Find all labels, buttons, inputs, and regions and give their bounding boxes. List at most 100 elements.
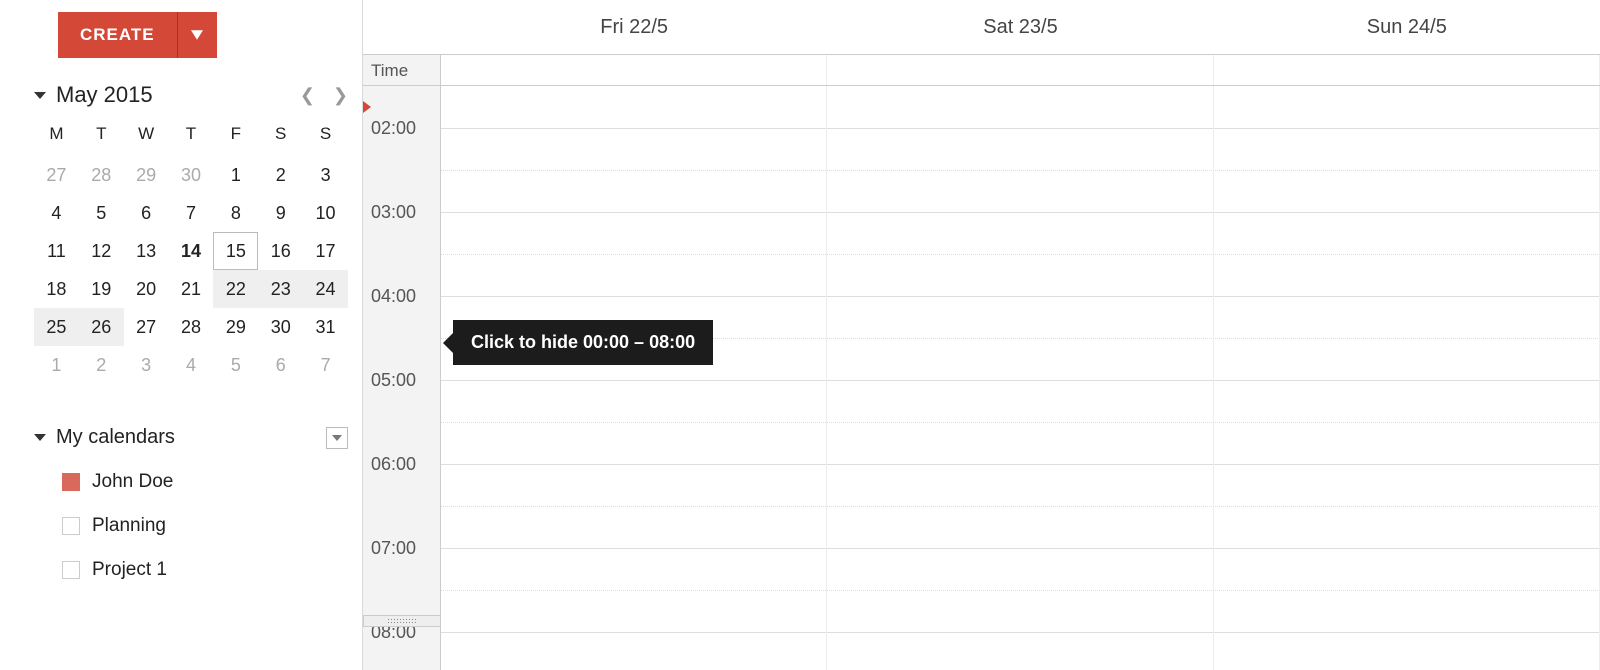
mini-calendar-week: 18192021222324 <box>34 270 348 308</box>
mini-calendar-day[interactable]: 11 <box>34 232 79 270</box>
mini-calendar-day[interactable]: 20 <box>124 270 169 308</box>
mini-calendar-day[interactable]: 15 <box>213 232 258 270</box>
mini-calendar-day[interactable]: 23 <box>258 270 303 308</box>
mini-calendar-day[interactable]: 22 <box>213 270 258 308</box>
my-calendars-menu-button[interactable] <box>326 427 348 449</box>
time-grid-inner: 02:0003:0004:0005:0006:0007:0008:00 <box>363 86 1600 670</box>
mini-calendar-day[interactable]: 17 <box>303 232 348 270</box>
time-label: 05:00 <box>371 370 416 391</box>
calendar-list-item[interactable]: Project 1 <box>62 559 348 581</box>
day-columns <box>441 86 1600 670</box>
mini-calendar-day[interactable]: 2 <box>258 156 303 194</box>
mini-calendar-day[interactable]: 6 <box>124 194 169 232</box>
day-header[interactable]: Sat 23/5 <box>827 0 1213 54</box>
create-dropdown-button[interactable] <box>177 12 217 58</box>
time-label: 04:00 <box>371 286 416 307</box>
mini-calendar-day[interactable]: 4 <box>34 194 79 232</box>
calendar-list-item[interactable]: John Doe <box>62 471 348 493</box>
my-calendars-toggle[interactable]: My calendars <box>34 426 175 449</box>
calendar-name-label: Project 1 <box>92 559 167 581</box>
mini-calendar-day[interactable]: 1 <box>34 346 79 384</box>
mini-calendar-body: 2728293012345678910111213141516171819202… <box>34 156 348 384</box>
mini-calendar-day[interactable]: 16 <box>258 232 303 270</box>
mini-calendar-day[interactable]: 27 <box>124 308 169 346</box>
grip-icon <box>388 619 417 624</box>
mini-calendar-day[interactable]: 2 <box>79 346 124 384</box>
day-header[interactable]: Fri 22/5 <box>441 0 827 54</box>
mini-calendar-day[interactable]: 5 <box>79 194 124 232</box>
mini-calendar-day[interactable]: 26 <box>79 308 124 346</box>
all-day-cell[interactable] <box>827 55 1213 85</box>
mini-calendar-day[interactable]: 3 <box>303 156 348 194</box>
weekday-label: S <box>258 118 303 156</box>
mini-calendar-day[interactable]: 30 <box>169 156 214 194</box>
mini-calendar-day[interactable]: 30 <box>258 308 303 346</box>
mini-calendar-week: 25262728293031 <box>34 308 348 346</box>
mini-calendar-day[interactable]: 24 <box>303 270 348 308</box>
mini-calendar-weekdays: MTWTFSS <box>34 118 348 156</box>
all-day-cell[interactable] <box>441 55 827 85</box>
mini-calendar-day[interactable]: 7 <box>169 194 214 232</box>
collapse-morning-handle[interactable] <box>363 615 441 627</box>
mini-calendar-day[interactable]: 10 <box>303 194 348 232</box>
mini-calendar-day[interactable]: 7 <box>303 346 348 384</box>
mini-calendar-day[interactable]: 9 <box>258 194 303 232</box>
mini-calendar-week: 27282930123 <box>34 156 348 194</box>
mini-calendar-day[interactable]: 19 <box>79 270 124 308</box>
day-column[interactable] <box>1214 86 1600 670</box>
mini-calendar-day[interactable]: 28 <box>79 156 124 194</box>
day-header[interactable]: Sun 24/5 <box>1214 0 1600 54</box>
month-picker[interactable]: May 2015 <box>34 82 153 108</box>
my-calendars-section: My calendars John Doe Planning Project 1 <box>34 426 348 581</box>
mini-calendar: MTWTFSS 27282930123456789101112131415161… <box>34 118 348 384</box>
day-column[interactable] <box>827 86 1213 670</box>
month-nav: ❮ ❯ <box>300 85 348 106</box>
weekday-label: M <box>34 118 79 156</box>
all-day-cell[interactable] <box>1214 55 1600 85</box>
calendar-color-checkbox[interactable] <box>62 473 80 491</box>
mini-calendar-day[interactable]: 12 <box>79 232 124 270</box>
mini-calendar-day[interactable]: 27 <box>34 156 79 194</box>
calendar-list-item[interactable]: Planning <box>62 515 348 537</box>
time-column-header-spacer <box>363 0 441 54</box>
mini-calendar-day[interactable]: 29 <box>213 308 258 346</box>
mini-calendar-day[interactable]: 4 <box>169 346 214 384</box>
mini-calendar-day[interactable]: 3 <box>124 346 169 384</box>
triangle-down-icon <box>34 92 46 99</box>
next-month-button[interactable]: ❯ <box>333 85 348 106</box>
mini-calendar-day[interactable]: 13 <box>124 232 169 270</box>
mini-calendar-week: 1234567 <box>34 346 348 384</box>
mini-calendar-day[interactable]: 25 <box>34 308 79 346</box>
time-label: 02:00 <box>371 118 416 139</box>
create-button[interactable]: CREATE <box>58 12 177 58</box>
mini-calendar-day[interactable]: 1 <box>213 156 258 194</box>
time-label: 07:00 <box>371 538 416 559</box>
mini-calendar-day[interactable]: 29 <box>124 156 169 194</box>
triangle-down-icon <box>191 30 203 40</box>
mini-calendar-day[interactable]: 6 <box>258 346 303 384</box>
mini-calendar-day[interactable]: 31 <box>303 308 348 346</box>
mini-calendar-header: May 2015 ❮ ❯ <box>34 82 348 108</box>
calendar-color-checkbox[interactable] <box>62 561 80 579</box>
prev-month-button[interactable]: ❮ <box>300 85 315 106</box>
mini-calendar-day[interactable]: 5 <box>213 346 258 384</box>
weekday-label: T <box>79 118 124 156</box>
time-label: 03:00 <box>371 202 416 223</box>
mini-calendar-week: 45678910 <box>34 194 348 232</box>
mini-calendar-day[interactable]: 14 <box>169 232 214 270</box>
mini-calendar-day[interactable]: 28 <box>169 308 214 346</box>
time-grid[interactable]: 02:0003:0004:0005:0006:0007:0008:00 Clic… <box>363 86 1600 670</box>
all-day-row: Time <box>363 54 1600 86</box>
day-column[interactable] <box>441 86 827 670</box>
time-label: 06:00 <box>371 454 416 475</box>
weekday-label: F <box>213 118 258 156</box>
mini-calendar-day[interactable]: 18 <box>34 270 79 308</box>
calendar-name-label: John Doe <box>92 471 173 493</box>
month-label: May 2015 <box>56 82 153 108</box>
calendar-color-checkbox[interactable] <box>62 517 80 535</box>
mini-calendar-day[interactable]: 21 <box>169 270 214 308</box>
calendar-list: John Doe Planning Project 1 <box>34 471 348 581</box>
mini-calendar-day[interactable]: 8 <box>213 194 258 232</box>
weekday-label: T <box>169 118 214 156</box>
time-gutter: 02:0003:0004:0005:0006:0007:0008:00 <box>363 86 441 670</box>
